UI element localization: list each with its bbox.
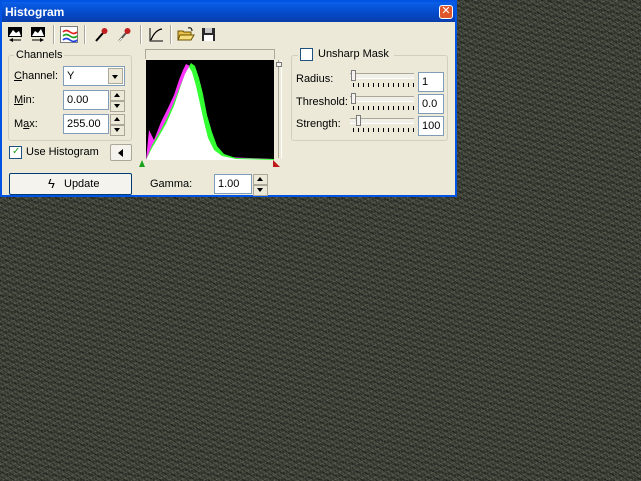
histogram-right-icon[interactable] — [29, 26, 47, 43]
max-spin-down[interactable] — [110, 125, 125, 136]
vertical-slider-thumb[interactable] — [276, 62, 282, 67]
histogram-top-bar — [145, 49, 275, 59]
vertical-slider-track[interactable] — [278, 60, 282, 158]
curve-icon[interactable] — [147, 26, 165, 43]
strength-slider-ticks — [353, 128, 415, 132]
arrow-down-icon — [257, 188, 263, 192]
strength-slider-thumb[interactable] — [356, 115, 361, 126]
min-spin-up[interactable] — [110, 90, 125, 101]
update-button[interactable]: ϟ Update — [9, 173, 132, 195]
collapse-button[interactable] — [110, 144, 132, 161]
channel-label-text: hannel: — [21, 70, 59, 82]
open-folder-icon[interactable] — [177, 26, 195, 43]
radius-slider-ticks — [353, 83, 415, 87]
radius-slider-track[interactable] — [350, 73, 414, 79]
threshold-slider-track[interactable] — [350, 96, 414, 102]
black-eyedropper-icon[interactable] — [92, 26, 110, 43]
update-button-label: Update — [64, 178, 100, 190]
chevron-down-icon — [112, 75, 118, 79]
histogram-window: Histogram ✕ Channels Channel: Y Min: 0.0… — [0, 0, 457, 197]
close-button[interactable]: ✕ — [439, 5, 453, 19]
checkmark-icon: ✓ — [12, 146, 21, 157]
unsharp-mask-label: Unsharp Mask — [318, 48, 389, 60]
gamma-spin-down[interactable] — [253, 185, 268, 196]
arrow-down-icon — [114, 128, 120, 132]
max-spinner[interactable] — [110, 114, 125, 136]
histogram-left-icon[interactable] — [6, 26, 24, 43]
gamma-spin-up[interactable] — [253, 174, 268, 185]
min-spin-down[interactable] — [110, 101, 125, 112]
min-label: Min: — [14, 94, 35, 106]
threshold-label: Threshold: — [296, 96, 348, 108]
rgb-channels-icon[interactable] — [60, 26, 78, 43]
min-input[interactable]: 0.00 — [63, 90, 109, 110]
arrow-down-icon — [114, 104, 120, 108]
threshold-slider-ticks — [353, 106, 415, 110]
max-label: Max: — [14, 118, 38, 130]
max-input[interactable]: 255.00 — [63, 114, 109, 134]
channel-value: Y — [67, 70, 75, 82]
radius-input[interactable]: 1 — [418, 72, 444, 92]
save-disk-icon[interactable] — [200, 26, 218, 43]
min-spinner[interactable] — [110, 90, 125, 112]
close-icon: ✕ — [441, 5, 451, 17]
arrow-up-icon — [114, 93, 120, 97]
white-eyedropper-icon[interactable] — [115, 26, 133, 43]
threshold-value: 0.0 — [422, 98, 438, 110]
window-title: Histogram — [5, 5, 65, 19]
use-histogram-label: Use Histogram — [26, 146, 99, 158]
radius-label: Radius: — [296, 73, 334, 85]
white-point-marker[interactable] — [273, 160, 280, 167]
gamma-spinner[interactable] — [253, 174, 268, 196]
use-histogram-checkbox[interactable]: ✓ — [9, 146, 22, 159]
histogram-graph — [146, 63, 274, 160]
toolbar — [2, 22, 455, 46]
max-value: 255.00 — [67, 118, 101, 130]
strength-value: 100 — [422, 120, 441, 132]
unsharp-mask-header: Unsharp Mask — [298, 47, 394, 61]
radius-value: 1 — [422, 76, 429, 88]
radius-slider-thumb[interactable] — [351, 70, 356, 81]
arrow-up-icon — [257, 177, 263, 181]
threshold-slider-thumb[interactable] — [351, 93, 356, 104]
min-value: 0.00 — [67, 94, 89, 106]
title-bar[interactable]: Histogram ✕ — [2, 2, 455, 22]
histogram-display — [146, 60, 274, 160]
arrow-left-icon — [118, 149, 123, 157]
channel-dropdown-button[interactable] — [108, 68, 123, 84]
gamma-value: 1.00 — [218, 178, 240, 190]
min-label-text: in: — [23, 94, 35, 106]
strength-label: Strength: — [296, 118, 341, 130]
lightning-icon: ϟ — [48, 176, 55, 191]
threshold-input[interactable]: 0.0 — [418, 94, 444, 114]
channels-group-title: Channels — [14, 49, 65, 61]
gamma-label: Gamma: — [150, 178, 193, 190]
channel-select[interactable]: Y — [63, 66, 125, 86]
strength-input[interactable]: 100 — [418, 116, 444, 136]
max-label-text: x: — [29, 118, 38, 130]
gamma-input[interactable]: 1.00 — [214, 174, 252, 194]
channel-label: Channel: — [14, 70, 59, 82]
black-point-marker[interactable] — [139, 160, 145, 167]
unsharp-mask-checkbox[interactable] — [300, 48, 313, 61]
arrow-up-icon — [114, 117, 120, 121]
max-spin-up[interactable] — [110, 114, 125, 125]
